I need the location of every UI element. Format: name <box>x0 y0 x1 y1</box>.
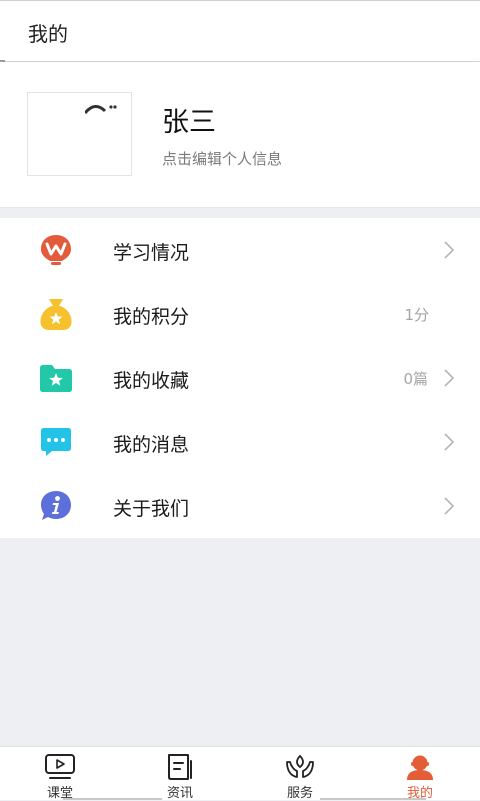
news-doc-icon <box>168 754 192 780</box>
menu-item-about-us[interactable]: 关于我们 <box>0 474 480 538</box>
menu-item-my-points[interactable]: 我的积分 1分 <box>0 282 480 346</box>
chevron-right-icon <box>444 241 455 259</box>
play-screen-icon <box>45 754 75 779</box>
star-folder-icon <box>40 365 72 392</box>
points-value: 1分 <box>404 306 429 324</box>
menu-label: 我的消息 <box>113 434 190 456</box>
menu-item-study-status[interactable]: 学习情况 <box>0 218 480 282</box>
menu-label: 我的收藏 <box>113 370 190 392</box>
tab-classroom[interactable]: 课堂 <box>0 747 120 801</box>
bottom-tab-bar: 课堂 资讯 服务 我的 <box>0 746 480 801</box>
chevron-right-icon <box>444 497 455 515</box>
menu-item-my-messages[interactable]: 我的消息 <box>0 410 480 474</box>
chat-bubble-icon <box>41 428 71 456</box>
money-bag-icon <box>40 299 72 330</box>
avatar[interactable] <box>27 92 132 176</box>
top-app-bar: 我的 <box>0 0 480 64</box>
tab-services[interactable]: 服务 <box>240 747 360 801</box>
tab-mine[interactable]: 我的 <box>360 747 480 801</box>
edit-profile-hint[interactable]: 点击编辑个人信息 <box>162 148 282 169</box>
menu-list: 学习情况 我的积分 1分 我的收藏 0篇 我的消息 关于我们 <box>0 218 480 538</box>
menu-label: 关于我们 <box>113 498 190 520</box>
hands-leaf-icon <box>286 754 314 778</box>
avatar-icon <box>85 105 117 115</box>
menu-label: 学习情况 <box>113 242 190 264</box>
chevron-right-icon <box>444 433 455 451</box>
menu-label: 我的积分 <box>113 306 190 328</box>
profile-card[interactable]: 张三 点击编辑个人信息 <box>0 62 480 208</box>
info-icon <box>41 491 71 520</box>
page-title: 我的 <box>28 22 68 46</box>
menu-item-my-favorites[interactable]: 我的收藏 0篇 <box>0 346 480 410</box>
tab-news[interactable]: 资讯 <box>120 747 240 801</box>
lightbulb-w-icon <box>41 235 71 265</box>
chevron-right-icon <box>444 369 455 387</box>
favorites-count: 0篇 <box>403 370 428 388</box>
user-name: 张三 <box>162 107 216 138</box>
person-icon <box>407 755 433 780</box>
